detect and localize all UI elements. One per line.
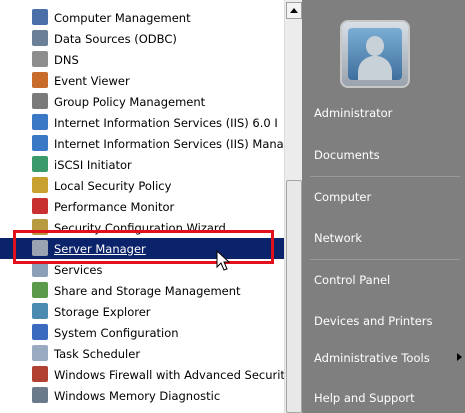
scroll-up-button[interactable] xyxy=(286,2,302,19)
program-label: Group Policy Management xyxy=(54,94,206,109)
menu-computer[interactable]: Computer xyxy=(314,187,464,207)
program-item[interactable]: Group Policy Management xyxy=(0,91,284,112)
program-item[interactable]: iSCSI Initiator xyxy=(0,154,284,175)
program-item[interactable]: Task Scheduler xyxy=(0,343,284,364)
separator xyxy=(310,259,460,260)
system-configuration-icon xyxy=(32,324,48,340)
dns-icon xyxy=(32,51,48,67)
program-item[interactable]: Storage Explorer xyxy=(0,301,284,322)
program-label: System Configuration xyxy=(54,325,179,340)
menu-devices-printers[interactable]: Devices and Printers xyxy=(314,311,464,331)
program-label: Share and Storage Management xyxy=(54,283,241,298)
programs-pane: Computer Management Data Sources (ODBC) DN… xyxy=(0,0,302,413)
highlight-box xyxy=(13,230,274,264)
program-label: Local Security Policy xyxy=(54,178,172,193)
program-item[interactable]: Local Security Policy xyxy=(0,175,284,196)
user-picture-icon xyxy=(348,28,402,80)
share-storage-icon xyxy=(32,282,48,298)
program-label: Internet Information Services (IIS) Mana xyxy=(54,136,284,151)
program-item[interactable]: Performance Monitor xyxy=(0,196,284,217)
event-viewer-icon xyxy=(32,72,48,88)
program-item[interactable]: Windows Memory Diagnostic xyxy=(0,385,284,406)
group-policy-icon xyxy=(32,93,48,109)
program-item[interactable]: DNS xyxy=(0,49,284,70)
program-item[interactable]: System Configuration xyxy=(0,322,284,343)
program-label: Computer Management xyxy=(54,10,191,25)
task-scheduler-icon xyxy=(32,345,48,361)
storage-explorer-icon xyxy=(32,303,48,319)
submenu-arrow-icon xyxy=(457,353,462,361)
scroll-thumb[interactable] xyxy=(286,180,302,413)
program-label: Windows Memory Diagnostic xyxy=(54,388,221,403)
menu-network[interactable]: Network xyxy=(314,228,464,248)
memory-diagnostic-icon xyxy=(32,387,48,403)
program-label: Performance Monitor xyxy=(54,199,175,214)
program-label: Task Scheduler xyxy=(54,346,141,361)
menu-administrator[interactable]: Administrator xyxy=(314,103,464,123)
programs-list: Computer Management Data Sources (ODBC) DN… xyxy=(0,7,284,406)
program-item[interactable]: Data Sources (ODBC) xyxy=(0,28,284,49)
program-label: DNS xyxy=(54,52,79,67)
menu-documents[interactable]: Documents xyxy=(314,145,464,165)
program-label: Services xyxy=(54,262,103,277)
user-avatar[interactable] xyxy=(340,20,410,88)
program-item[interactable]: Windows Firewall with Advanced Securit xyxy=(0,364,284,385)
iis-manager-icon xyxy=(32,135,48,151)
program-label: Data Sources (ODBC) xyxy=(54,31,177,46)
performance-monitor-icon xyxy=(32,198,48,214)
iscsi-icon xyxy=(32,156,48,172)
iis6-icon xyxy=(32,114,48,130)
program-label: iSCSI Initiator xyxy=(54,157,132,172)
program-item[interactable]: Event Viewer xyxy=(0,70,284,91)
firewall-icon xyxy=(32,366,48,382)
program-label: Storage Explorer xyxy=(54,304,151,319)
program-label: Windows Firewall with Advanced Securit xyxy=(54,367,284,382)
security-policy-icon xyxy=(32,177,48,193)
program-item[interactable]: Computer Management xyxy=(0,7,284,28)
program-label: Event Viewer xyxy=(54,73,130,88)
computer-management-icon xyxy=(32,9,48,25)
mouse-cursor-icon xyxy=(216,250,231,271)
arrow-up-icon xyxy=(290,8,298,13)
menu-control-panel[interactable]: Control Panel xyxy=(314,270,464,290)
menu-administrative-tools-label: Administrative Tools xyxy=(314,351,430,365)
program-label: Internet Information Services (IIS) 6.0 … xyxy=(54,115,278,130)
menu-administrative-tools[interactable]: Administrative Tools xyxy=(314,348,464,368)
program-item[interactable]: Share and Storage Management xyxy=(0,280,284,301)
program-item[interactable]: Internet Information Services (IIS) 6.0 … xyxy=(0,112,284,133)
data-sources-icon xyxy=(32,30,48,46)
scrollbar[interactable] xyxy=(284,0,302,413)
separator xyxy=(310,176,460,177)
start-menu-right-pane: Administrator Documents Computer Network… xyxy=(302,0,465,413)
program-item[interactable]: Internet Information Services (IIS) Mana xyxy=(0,133,284,154)
menu-help-support[interactable]: Help and Support xyxy=(314,388,464,408)
